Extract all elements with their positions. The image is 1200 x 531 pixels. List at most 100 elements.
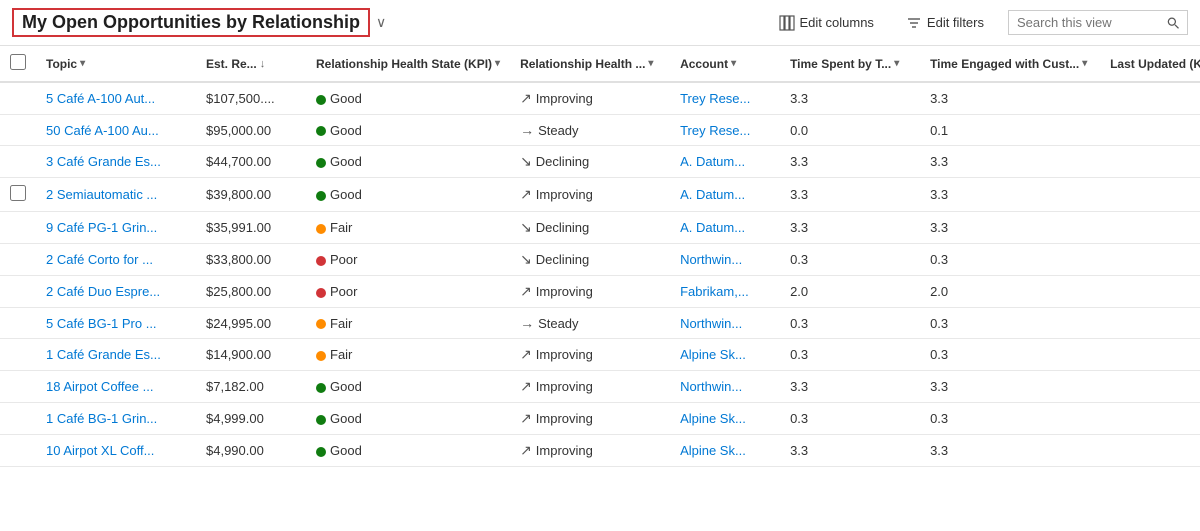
health-state-text: Good: [330, 187, 362, 202]
time-engaged-value: 0.3: [920, 244, 1100, 276]
health-dot-icon: [316, 256, 326, 266]
health-dot-icon: [316, 191, 326, 201]
health-trend-cell: ↗Improving: [510, 178, 670, 212]
health-state-cell: Fair: [306, 339, 510, 371]
topic-link[interactable]: 5 Café BG-1 Pro ...: [46, 316, 157, 331]
search-box[interactable]: [1008, 10, 1188, 35]
health-dot-icon: [316, 126, 326, 136]
account-link[interactable]: Northwin...: [680, 252, 742, 267]
th-health-trend[interactable]: Relationship Health ... ▾: [510, 46, 670, 82]
account-link[interactable]: Trey Rese...: [680, 123, 750, 138]
trend-arrow-icon: →: [520, 315, 534, 331]
account-link[interactable]: Alpine Sk...: [680, 411, 746, 426]
time-engaged-value: 3.3: [920, 146, 1100, 178]
topic-link[interactable]: 2 Café Duo Espre...: [46, 284, 160, 299]
row-checkbox[interactable]: [10, 185, 26, 201]
edit-filters-button[interactable]: Edit filters: [898, 11, 992, 35]
page-header: My Open Opportunities by Relationship ∨ …: [0, 0, 1200, 46]
th-time-engaged[interactable]: Time Engaged with Cust... ▾: [920, 46, 1100, 82]
health-state-cell: Good: [306, 178, 510, 212]
account-link[interactable]: Northwin...: [680, 379, 742, 394]
edit-columns-button[interactable]: Edit columns: [771, 11, 882, 35]
th-health-state[interactable]: Relationship Health State (KPI) ▾: [306, 46, 510, 82]
health-trend-text: Declining: [536, 154, 589, 169]
topic-link[interactable]: 50 Café A-100 Au...: [46, 123, 159, 138]
topic-link[interactable]: 2 Semiautomatic ...: [46, 187, 157, 202]
th-topic[interactable]: Topic ▾: [36, 46, 196, 82]
account-link[interactable]: A. Datum...: [680, 154, 745, 169]
topic-link[interactable]: 5 Café A-100 Aut...: [46, 91, 155, 106]
trend-arrow-icon: ↘: [520, 251, 532, 268]
th-revenue[interactable]: Est. Re... ↓: [196, 46, 306, 82]
edit-filters-icon: [906, 15, 922, 31]
time-engaged-value: 3.3: [920, 178, 1100, 212]
th-account-filter-icon: ▾: [731, 58, 736, 69]
page-title: My Open Opportunities by Relationship: [12, 8, 370, 37]
health-trend-cell: →Steady: [510, 308, 670, 339]
topic-link[interactable]: 2 Café Corto for ...: [46, 252, 153, 267]
time-spent-value: 0.3: [780, 244, 920, 276]
topic-link[interactable]: 9 Café PG-1 Grin...: [46, 220, 157, 235]
revenue-value: $39,800.00: [196, 178, 306, 212]
search-input[interactable]: [1017, 15, 1161, 30]
th-topic-label: Topic: [46, 57, 77, 71]
health-trend-cell: →Steady: [510, 115, 670, 146]
time-spent-value: 3.3: [780, 178, 920, 212]
health-trend-text: Improving: [536, 443, 593, 458]
health-trend-text: Improving: [536, 379, 593, 394]
edit-columns-label: Edit columns: [800, 15, 874, 30]
trend-arrow-icon: ↘: [520, 153, 532, 170]
topic-link[interactable]: 1 Café BG-1 Grin...: [46, 411, 157, 426]
account-link[interactable]: Fabrikam,...: [680, 284, 749, 299]
edit-filters-label: Edit filters: [927, 15, 984, 30]
last-updated-value: [1100, 371, 1200, 403]
health-dot-icon: [316, 224, 326, 234]
last-updated-value: [1100, 339, 1200, 371]
time-spent-value: 3.3: [780, 435, 920, 467]
th-last-updated[interactable]: Last Updated (KPI) ▾: [1100, 46, 1200, 82]
topic-link[interactable]: 3 Café Grande Es...: [46, 154, 161, 169]
health-trend-cell: ↗Improving: [510, 339, 670, 371]
revenue-value: $107,500....: [196, 82, 306, 115]
health-state-cell: Good: [306, 403, 510, 435]
last-updated-value: [1100, 244, 1200, 276]
th-checkbox: [0, 46, 36, 82]
topic-link[interactable]: 18 Airpot Coffee ...: [46, 379, 153, 394]
time-engaged-value: 3.3: [920, 212, 1100, 244]
table-body: 5 Café A-100 Aut...$107,500....Good↗Impr…: [0, 82, 1200, 467]
account-link[interactable]: Alpine Sk...: [680, 443, 746, 458]
health-trend-text: Declining: [536, 220, 589, 235]
select-all-checkbox[interactable]: [10, 54, 26, 70]
time-spent-value: 3.3: [780, 371, 920, 403]
th-time-spent[interactable]: Time Spent by T... ▾: [780, 46, 920, 82]
revenue-value: $4,990.00: [196, 435, 306, 467]
table-row: 9 Café PG-1 Grin...$35,991.00Fair↘Declin…: [0, 212, 1200, 244]
revenue-value: $14,900.00: [196, 339, 306, 371]
account-link[interactable]: A. Datum...: [680, 220, 745, 235]
table-row: 18 Airpot Coffee ...$7,182.00Good↗Improv…: [0, 371, 1200, 403]
last-updated-value: [1100, 212, 1200, 244]
revenue-value: $24,995.00: [196, 308, 306, 339]
table-row: 5 Café BG-1 Pro ...$24,995.00Fair→Steady…: [0, 308, 1200, 339]
account-link[interactable]: Alpine Sk...: [680, 347, 746, 362]
th-time-spent-label: Time Spent by T...: [790, 57, 891, 71]
health-state-cell: Good: [306, 146, 510, 178]
topic-link[interactable]: 10 Airpot XL Coff...: [46, 443, 154, 458]
health-trend-text: Improving: [536, 91, 593, 106]
health-dot-icon: [316, 447, 326, 457]
th-account[interactable]: Account ▾: [670, 46, 780, 82]
time-engaged-value: 3.3: [920, 371, 1100, 403]
time-engaged-value: 0.1: [920, 115, 1100, 146]
time-spent-value: 0.3: [780, 308, 920, 339]
trend-arrow-icon: ↗: [520, 378, 532, 395]
topic-link[interactable]: 1 Café Grande Es...: [46, 347, 161, 362]
account-link[interactable]: Trey Rese...: [680, 91, 750, 106]
account-link[interactable]: A. Datum...: [680, 187, 745, 202]
revenue-value: $25,800.00: [196, 276, 306, 308]
account-link[interactable]: Northwin...: [680, 316, 742, 331]
header-right: Edit columns Edit filters: [771, 10, 1189, 35]
last-updated-value: [1100, 146, 1200, 178]
health-state-cell: Poor: [306, 244, 510, 276]
title-chevron-icon[interactable]: ∨: [376, 14, 386, 31]
health-state-cell: Fair: [306, 212, 510, 244]
